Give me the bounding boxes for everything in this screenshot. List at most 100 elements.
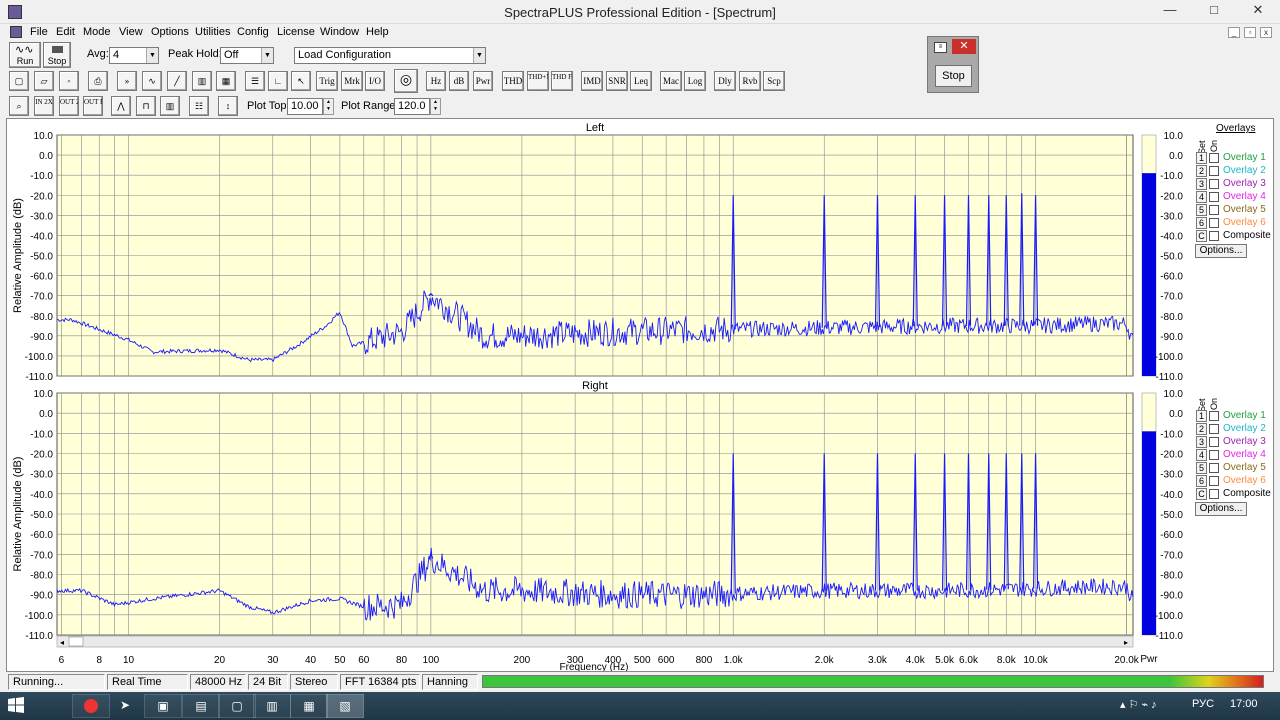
zoom-icon[interactable]: ⌕ xyxy=(9,96,29,116)
overlay-set-button[interactable]: 1 xyxy=(1196,152,1207,164)
io-button[interactable]: I/O xyxy=(365,71,385,91)
overlay-set-button[interactable]: 2 xyxy=(1196,423,1207,435)
overlay-checkbox[interactable] xyxy=(1209,463,1219,473)
dly-button[interactable]: Dly xyxy=(714,71,736,91)
thd-n-button[interactable]: THD+N xyxy=(527,71,549,91)
db-button[interactable]: dB xyxy=(449,71,469,91)
stop-button[interactable]: Stop xyxy=(43,42,71,68)
vertical-scale-icon[interactable]: ↕ xyxy=(218,96,238,116)
overlay-checkbox[interactable] xyxy=(1209,231,1219,241)
maximize-button[interactable]: □ xyxy=(1192,0,1236,22)
browser-taskbar-icon[interactable] xyxy=(72,694,110,718)
menu-view[interactable]: View xyxy=(119,26,143,38)
mrk-button[interactable]: Mrk xyxy=(341,71,363,91)
overlay-checkbox[interactable] xyxy=(1209,450,1219,460)
overlay-set-button[interactable]: 1 xyxy=(1196,410,1207,422)
overlay-checkbox[interactable] xyxy=(1209,489,1219,499)
spectraplus-taskbar-icon[interactable]: ▧ xyxy=(326,694,364,718)
overlay-checkbox[interactable] xyxy=(1209,179,1219,189)
print-icon[interactable]: ⎙ xyxy=(88,71,108,91)
minimize-button[interactable]: — xyxy=(1148,0,1192,22)
overlay-set-button[interactable]: 3 xyxy=(1196,178,1207,190)
close-button[interactable]: ✕ xyxy=(1236,0,1280,22)
bar-graph-icon[interactable]: ▥ xyxy=(160,96,180,116)
plot-range-input[interactable]: 120.0 ▲ ▼ xyxy=(394,98,441,115)
run-button[interactable]: ∿∿ Run xyxy=(9,42,41,68)
overlay-set-button[interactable]: 6 xyxy=(1196,217,1207,229)
telegram-taskbar-icon[interactable]: ➤ xyxy=(106,694,144,718)
waveform-icon[interactable]: ∿ xyxy=(142,71,162,91)
overlay-checkbox[interactable] xyxy=(1209,166,1219,176)
overlay-options-button[interactable]: Options... xyxy=(1195,502,1247,516)
open-folder-icon[interactable]: ▱ xyxy=(34,71,54,91)
overlay-checkbox[interactable] xyxy=(1209,411,1219,421)
menu-options[interactable]: Options xyxy=(151,26,189,38)
overlay-set-button[interactable]: 5 xyxy=(1196,462,1207,474)
overlay-set-button[interactable]: 2 xyxy=(1196,165,1207,177)
trig-button[interactable]: Trig xyxy=(316,71,338,91)
ramp-icon[interactable]: ╱ xyxy=(167,71,187,91)
log-button[interactable]: Log xyxy=(684,71,706,91)
spin-arrows-icon[interactable]: ▲ ▼ xyxy=(323,98,334,115)
cursor-icon[interactable]: ↖ xyxy=(291,71,311,91)
menu-mode[interactable]: Mode xyxy=(83,26,111,38)
avg-select[interactable]: 4 ▼ xyxy=(109,47,159,64)
hz-button[interactable]: Hz xyxy=(426,71,446,91)
overlay-set-button[interactable]: C xyxy=(1196,488,1207,500)
mdi-restore-button[interactable]: ▫ xyxy=(1244,27,1256,38)
plot-top-input[interactable]: 10.00 ▲ ▼ xyxy=(287,98,334,115)
overlay-set-button[interactable]: 5 xyxy=(1196,204,1207,216)
peak-shape-icon[interactable]: ⋀ xyxy=(111,96,131,116)
overlay-checkbox[interactable] xyxy=(1209,153,1219,163)
app-taskbar-icon[interactable]: ▥ xyxy=(253,694,291,718)
scp-button[interactable]: Scp xyxy=(763,71,785,91)
overlay-set-button[interactable]: 4 xyxy=(1196,449,1207,461)
thd-freq-button[interactable]: THD Freq xyxy=(551,71,573,91)
overlay-set-button[interactable]: 4 xyxy=(1196,191,1207,203)
menu-utilities[interactable]: Utilities xyxy=(195,26,230,38)
overlay-set-button[interactable]: 6 xyxy=(1196,475,1207,487)
app-taskbar-icon[interactable]: ▢ xyxy=(218,694,256,718)
overlay-checkbox[interactable] xyxy=(1209,424,1219,434)
axes-icon[interactable]: ∟ xyxy=(268,71,288,91)
overlay-set-button[interactable]: C xyxy=(1196,230,1207,242)
thd-button[interactable]: THD xyxy=(502,71,524,91)
spin-arrows-icon[interactable]: ▲ ▼ xyxy=(430,98,441,115)
language-indicator[interactable]: РУС xyxy=(1192,698,1214,710)
zoom-out-2x-button[interactable]: OUT 2X xyxy=(59,96,79,116)
fast-forward-icon[interactable]: » xyxy=(117,71,137,91)
save-icon[interactable]: ▪ xyxy=(59,71,79,91)
sine-wave-icon[interactable]: ◎ xyxy=(394,69,418,93)
list-icon[interactable]: ☰ xyxy=(245,71,265,91)
table-icon[interactable]: ☷ xyxy=(189,96,209,116)
document-icon[interactable] xyxy=(10,26,22,38)
bars-icon[interactable]: ▥ xyxy=(192,71,212,91)
overlay-options-button[interactable]: Options... xyxy=(1195,244,1247,258)
floating-stop-button[interactable]: Stop xyxy=(935,65,972,87)
overlay-set-button[interactable]: 3 xyxy=(1196,436,1207,448)
leq-button[interactable]: Leq xyxy=(630,71,652,91)
mdi-minimize-button[interactable]: _ xyxy=(1228,27,1240,38)
menu-license[interactable]: License xyxy=(277,26,315,38)
app-taskbar-icon[interactable]: ▤ xyxy=(182,694,220,718)
menu-config[interactable]: Config xyxy=(237,26,269,38)
mac-button[interactable]: Mac xyxy=(660,71,682,91)
snr-button[interactable]: SNR xyxy=(606,71,628,91)
imd-button[interactable]: IMD xyxy=(581,71,603,91)
app-taskbar-icon[interactable]: ▦ xyxy=(290,694,328,718)
clock[interactable]: 17:00 xyxy=(1230,698,1258,710)
floating-close-button[interactable]: ✕ xyxy=(952,39,976,54)
spectrogram-icon[interactable]: ▦ xyxy=(216,71,236,91)
pwr-button[interactable]: Pwr xyxy=(473,71,493,91)
menu-window[interactable]: Window xyxy=(320,26,359,38)
new-file-icon[interactable]: ▢ xyxy=(9,71,29,91)
menu-file[interactable]: File xyxy=(30,26,48,38)
menu-edit[interactable]: Edit xyxy=(56,26,75,38)
peak-hold-select[interactable]: Off ▼ xyxy=(220,47,274,64)
rvb-button[interactable]: Rvb xyxy=(739,71,761,91)
overlay-checkbox[interactable] xyxy=(1209,192,1219,202)
zoom-in-2x-button[interactable]: IN 2X xyxy=(34,96,54,116)
step-shape-icon[interactable]: ⊓ xyxy=(136,96,156,116)
app-taskbar-icon[interactable]: ▣ xyxy=(144,694,182,718)
tray-icons[interactable]: ▴ ⚐ ⌁ ♪ xyxy=(1120,698,1157,711)
